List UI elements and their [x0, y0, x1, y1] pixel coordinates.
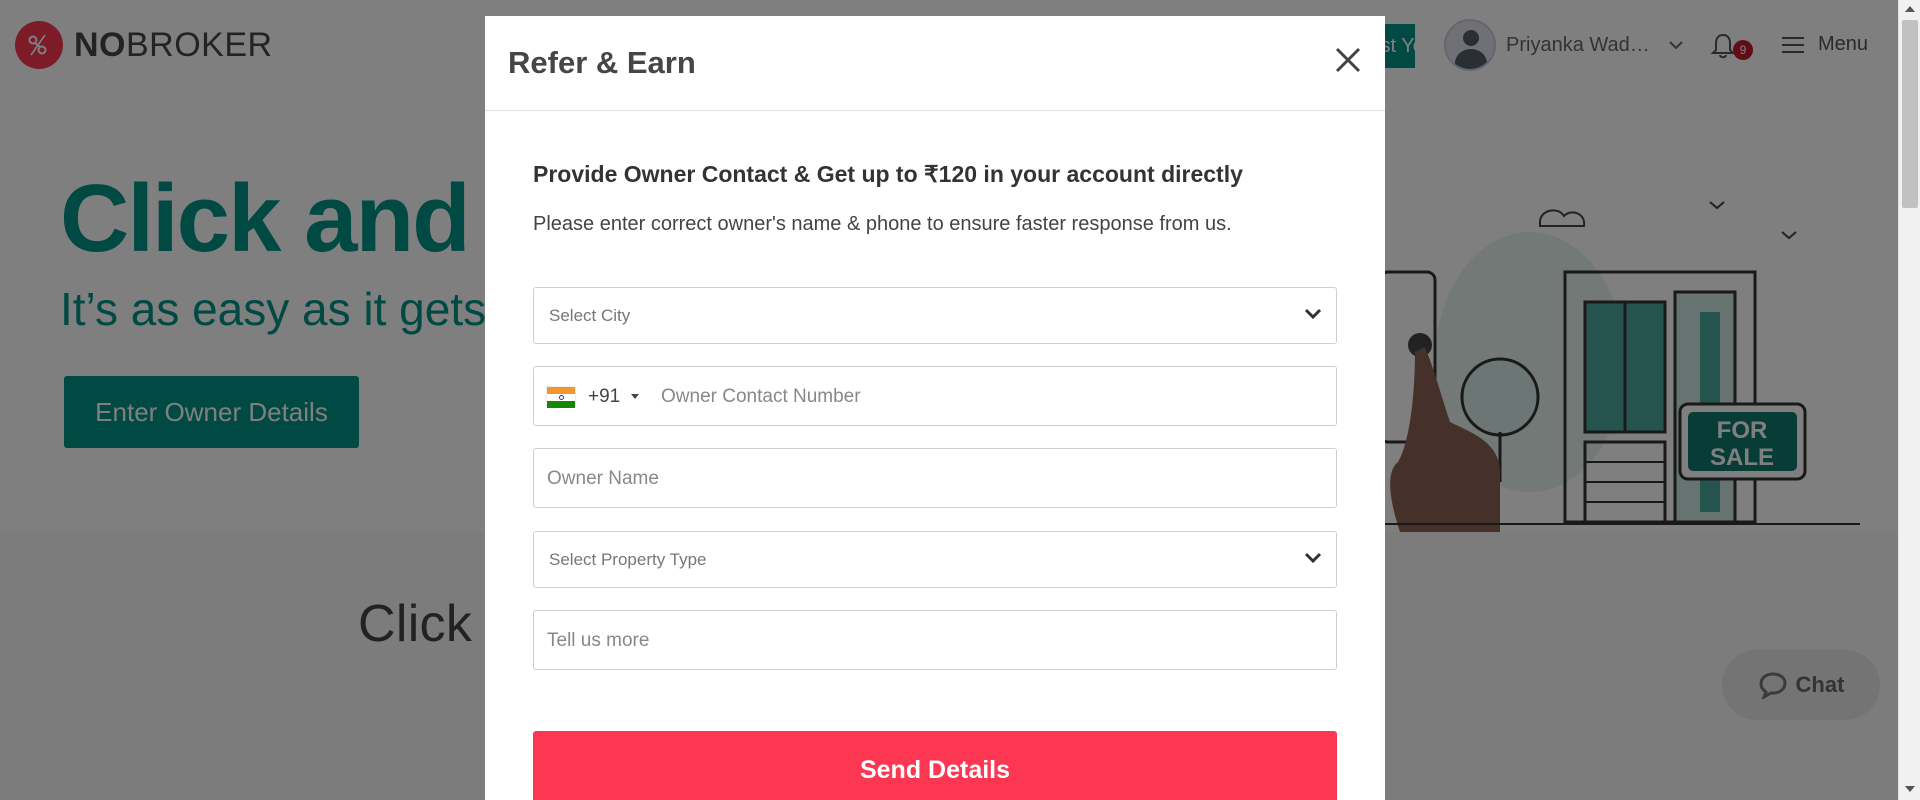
modal-subline: Please enter correct owner's name & phon…: [533, 213, 1232, 235]
modal-header: Refer & Earn: [485, 16, 1385, 111]
modal-headline: Provide Owner Contact & Get up to ₹120 i…: [533, 161, 1243, 187]
chevron-down-icon: [1304, 308, 1322, 320]
india-flag-icon[interactable]: [546, 386, 576, 408]
chevron-down-icon: [1304, 552, 1322, 564]
tell-us-more-input[interactable]: [547, 627, 1317, 655]
close-icon[interactable]: [1331, 43, 1365, 77]
scroll-thumb[interactable]: [1902, 20, 1918, 208]
send-details-button[interactable]: Send Details: [533, 731, 1337, 800]
select-city-dropdown[interactable]: Select City: [533, 287, 1337, 344]
owner-name-input[interactable]: [547, 465, 1317, 493]
page-scrollbar[interactable]: [1898, 0, 1920, 800]
modal-title: Refer & Earn: [508, 45, 696, 80]
scroll-up-arrow[interactable]: [1905, 6, 1915, 12]
refer-earn-modal: Refer & Earn Provide Owner Contact & Get…: [485, 16, 1385, 800]
owner-phone-field: +91: [533, 366, 1337, 426]
owner-name-field: [533, 448, 1337, 508]
tell-us-more-field: [533, 610, 1337, 670]
owner-contact-number-input[interactable]: [661, 383, 1311, 411]
dial-code[interactable]: +91: [588, 386, 620, 408]
scroll-down-arrow[interactable]: [1905, 786, 1915, 792]
select-property-type-dropdown[interactable]: Select Property Type: [533, 531, 1337, 588]
dial-code-caret-icon[interactable]: [631, 394, 639, 399]
select-property-type-placeholder: Select Property Type: [549, 550, 707, 569]
select-city-placeholder: Select City: [549, 306, 631, 325]
